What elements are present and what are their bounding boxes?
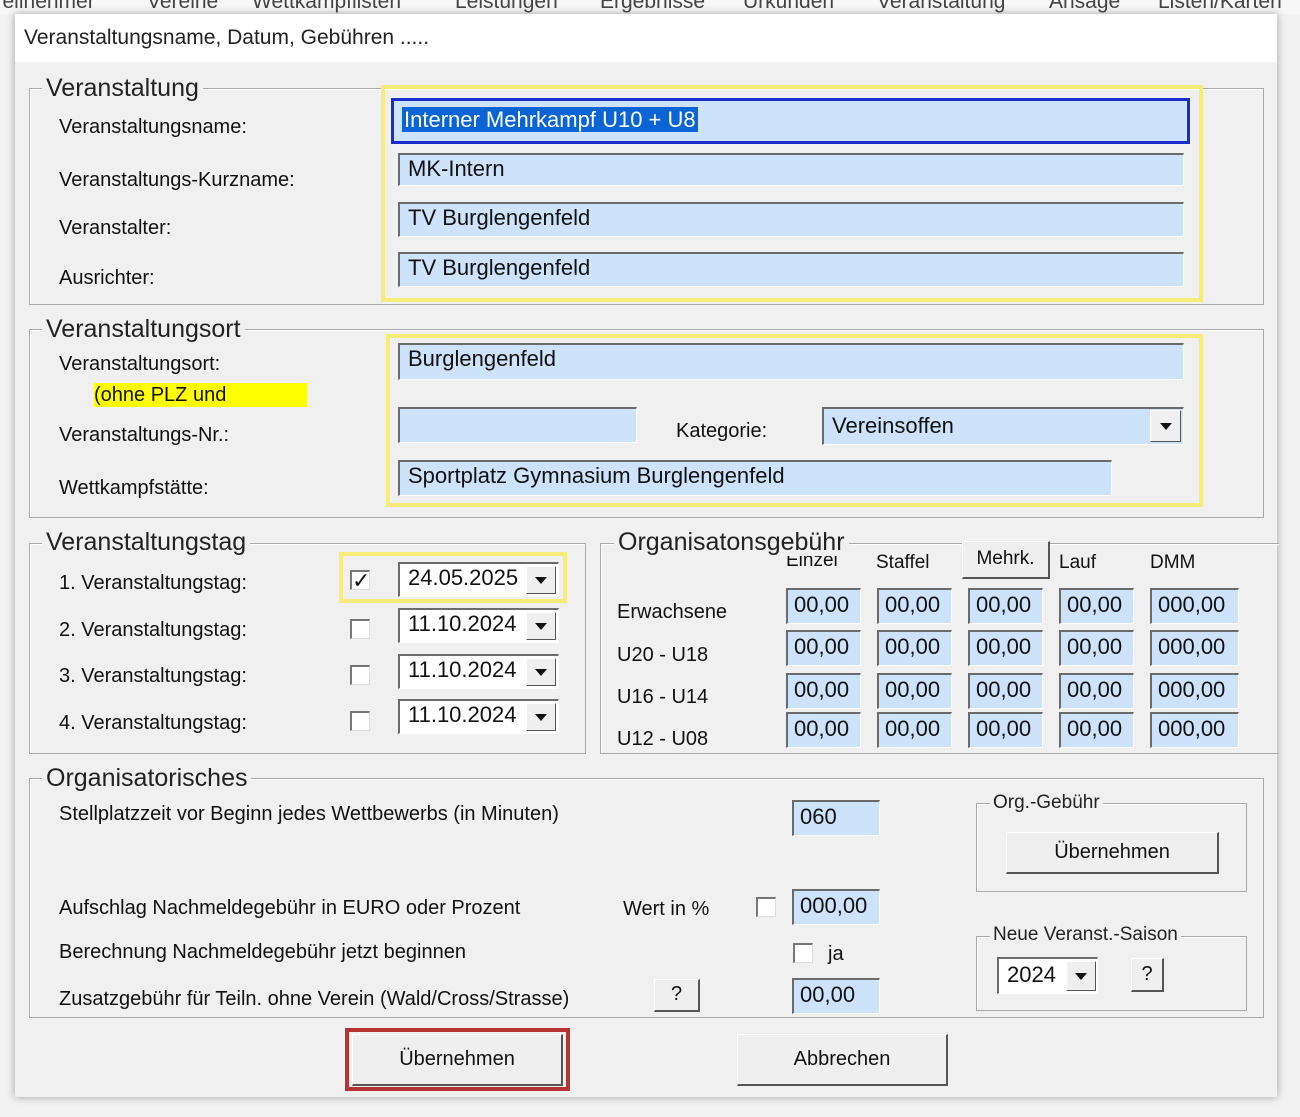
tag-1-label: 1. Veranstaltungstag: xyxy=(59,572,247,594)
berechnung-ja-checkbox[interactable] xyxy=(793,943,813,963)
fee-erwachsene-dmm[interactable]: 000,00 xyxy=(1150,588,1239,624)
kurzname-label: Veranstaltungs-Kurzname: xyxy=(59,169,295,191)
aufschlag-label: Aufschlag Nachmeldegebühr in EURO oder P… xyxy=(59,897,521,919)
fee-u12-dmm[interactable]: 000,00 xyxy=(1150,712,1239,748)
col-lauf-header: Lauf xyxy=(1059,552,1096,573)
veranstaltungsort-hint: (ohne PLZ und xyxy=(94,383,307,407)
wert-in-prozent-label: Wert in % xyxy=(623,898,710,920)
berechnung-ja-label: ja xyxy=(828,943,844,965)
kategorie-label: Kategorie: xyxy=(676,420,768,442)
fee-u16-dmm[interactable]: 000,00 xyxy=(1150,673,1239,709)
zusatzgebuehr-label: Zusatzgebühr für Teiln. ohne Verein (Wal… xyxy=(59,988,570,1010)
saison-help-button[interactable]: ? xyxy=(1131,958,1164,992)
veranstalter-label: Veranstalter: xyxy=(59,217,172,239)
menu-urkunden[interactable]: Urkunden xyxy=(743,0,834,14)
group-organisatorisches-legend: Organisatorisches xyxy=(42,764,252,792)
fee-u20-mehrk[interactable]: 00,00 xyxy=(968,630,1043,666)
menu-ansage[interactable]: Ansage xyxy=(1049,0,1120,14)
tag-4-dropdown-arrow-icon[interactable] xyxy=(526,703,556,731)
fee-u20-einzel[interactable]: 00,00 xyxy=(786,630,861,666)
wettkampfstaette-label: Wettkampfstätte: xyxy=(59,477,209,499)
group-neue-saison-legend: Neue Veranst.-Saison xyxy=(990,924,1181,946)
berechnung-label: Berechnung Nachmeldegebühr jetzt beginne… xyxy=(59,941,466,963)
check-icon: ✓ xyxy=(352,568,371,593)
menu-leistungen[interactable]: Leistungen xyxy=(455,0,558,14)
stellplatzzeit-label: Stellplatzzeit vor Beginn jedes Wettbewe… xyxy=(59,803,559,825)
fee-u12-mehrk[interactable]: 00,00 xyxy=(968,712,1043,748)
veranstaltungsort-input[interactable]: Burglengenfeld xyxy=(398,343,1184,380)
fee-u16-mehrk[interactable]: 00,00 xyxy=(968,673,1043,709)
tag-1-checkbox[interactable]: ✓ xyxy=(350,568,371,593)
wettkampfstaette-input[interactable]: Sportplatz Gymnasium Burglengenfeld xyxy=(398,460,1112,496)
veranstaltungsname-input[interactable]: Interner Mehrkampf U10 + U8 xyxy=(391,98,1190,144)
group-org-gebuehr-legend: Org.-Gebühr xyxy=(990,792,1103,814)
fee-u12-lauf[interactable]: 00,00 xyxy=(1059,712,1134,748)
row-u20-u18-label: U20 - U18 xyxy=(617,644,709,666)
tag-1-dropdown-arrow-icon[interactable] xyxy=(526,566,556,594)
saison-dropdown-arrow-icon[interactable] xyxy=(1066,961,1096,991)
veranstaltungsname-label: Veranstaltungsname: xyxy=(59,116,247,138)
veranstaltungsort-label: Veranstaltungsort: xyxy=(59,353,221,375)
fee-u20-dmm[interactable]: 000,00 xyxy=(1150,630,1239,666)
aufschlag-input[interactable]: 000,00 xyxy=(792,889,880,925)
zusatzgebuehr-input[interactable]: 00,00 xyxy=(792,978,880,1014)
fee-erwachsene-lauf[interactable]: 00,00 xyxy=(1059,588,1134,624)
fee-u16-lauf[interactable]: 00,00 xyxy=(1059,673,1134,709)
col-mehrk-button[interactable]: Mehrk. xyxy=(962,541,1050,579)
ausrichter-label: Ausrichter: xyxy=(59,267,155,289)
col-staffel-header: Staffel xyxy=(876,552,930,573)
group-organisationsgebuehr-legend: Organisatonsgebühr xyxy=(614,528,849,556)
fee-u20-staffel[interactable]: 00,00 xyxy=(877,630,952,666)
row-u12-u08-label: U12 - U08 xyxy=(617,728,709,750)
row-erwachsene-label: Erwachsene xyxy=(617,601,728,623)
veranstaltungs-nr-label: Veranstaltungs-Nr.: xyxy=(59,424,230,446)
menu-listen-karten[interactable]: Listen/Karten xyxy=(1158,0,1282,14)
wert-in-prozent-checkbox[interactable] xyxy=(756,897,776,917)
col-dmm-header: DMM xyxy=(1150,552,1196,573)
org-gebuehr-uebernehmen-button[interactable]: Übernehmen xyxy=(1006,832,1219,874)
fee-erwachsene-mehrk[interactable]: 00,00 xyxy=(968,588,1043,624)
menu-veranstaltung[interactable]: Veranstaltung xyxy=(877,0,1005,14)
tag-3-label: 3. Veranstaltungstag: xyxy=(59,665,247,687)
veranstaltungs-nr-input[interactable] xyxy=(398,407,637,443)
group-veranstaltung-legend: Veranstaltung xyxy=(42,74,203,102)
fee-u16-einzel[interactable]: 00,00 xyxy=(786,673,861,709)
dialog-title: Veranstaltungsname, Datum, Gebühren ....… xyxy=(24,26,430,49)
stellplatzzeit-input[interactable]: 060 xyxy=(792,800,880,836)
ausrichter-input[interactable]: TV Burglengenfeld xyxy=(398,252,1184,287)
group-veranstaltungsort-legend: Veranstaltungsort xyxy=(42,315,245,343)
fee-erwachsene-staffel[interactable]: 00,00 xyxy=(877,588,952,624)
fee-u12-einzel[interactable]: 00,00 xyxy=(786,712,861,748)
fee-erwachsene-einzel[interactable]: 00,00 xyxy=(786,588,861,624)
row-u16-u14-label: U16 - U14 xyxy=(617,686,709,708)
tag-3-checkbox[interactable] xyxy=(350,665,370,685)
uebernehmen-button[interactable]: Übernehmen xyxy=(352,1034,563,1086)
fee-u12-staffel[interactable]: 00,00 xyxy=(877,712,952,748)
saison-value: 2024 xyxy=(1007,962,1056,987)
veranstaltungsname-value: Interner Mehrkampf U10 + U8 xyxy=(402,107,698,132)
tag-3-dropdown-arrow-icon[interactable] xyxy=(526,658,556,686)
kategorie-select[interactable]: Vereinsoffen xyxy=(822,407,1184,445)
menu-vereine[interactable]: Vereine xyxy=(147,0,218,14)
tag-4-checkbox[interactable] xyxy=(350,711,370,731)
tag-2-checkbox[interactable] xyxy=(350,619,370,639)
tag-4-label: 4. Veranstaltungstag: xyxy=(59,712,247,734)
fee-u16-staffel[interactable]: 00,00 xyxy=(877,673,952,709)
kategorie-value: Vereinsoffen xyxy=(832,413,954,438)
kurzname-input[interactable]: MK-Intern xyxy=(398,153,1184,186)
kategorie-dropdown-arrow-icon[interactable] xyxy=(1150,410,1181,442)
group-veranstaltungstag-legend: Veranstaltungstag xyxy=(42,528,251,556)
menu-wettkampflisten[interactable]: Wettkampflisten xyxy=(252,0,401,14)
menubar: Teilnehmer Vereine Wettkampflisten Leist… xyxy=(0,0,1300,14)
veranstalter-input[interactable]: TV Burglengenfeld xyxy=(398,202,1184,237)
tag-2-label: 2. Veranstaltungstag: xyxy=(59,619,247,641)
fee-u20-lauf[interactable]: 00,00 xyxy=(1059,630,1134,666)
menu-ergebnisse[interactable]: Ergebnisse xyxy=(600,0,705,14)
menu-teilnehmer[interactable]: Teilnehmer xyxy=(0,0,95,14)
tag-2-dropdown-arrow-icon[interactable] xyxy=(526,612,556,640)
zusatzgebuehr-help-button[interactable]: ? xyxy=(654,979,700,1012)
abbrechen-button[interactable]: Abbrechen xyxy=(737,1034,948,1086)
